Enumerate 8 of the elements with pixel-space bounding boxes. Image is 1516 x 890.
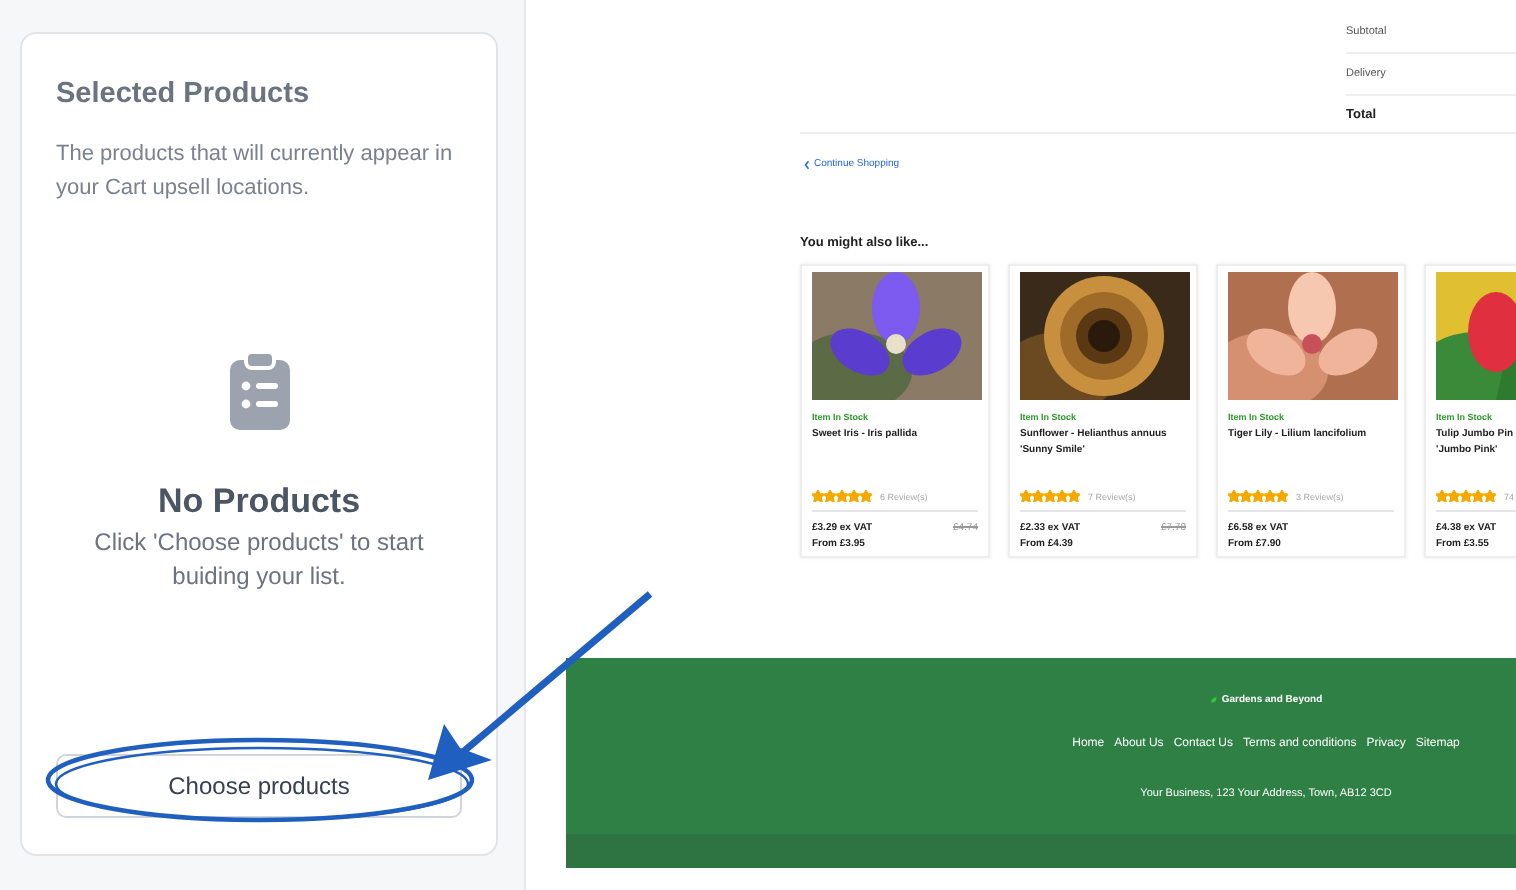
panel-title: Selected Products bbox=[56, 78, 312, 110]
panel-description: The products that will currently appear in your Cart upsell locations. bbox=[56, 140, 455, 204]
empty-text: Click 'Choose products' to start buiding your list. bbox=[92, 526, 426, 594]
leaf-icon bbox=[1209, 696, 1218, 704]
clipboard-icon bbox=[227, 352, 291, 432]
choose-products-button[interactable]: Choose products bbox=[56, 754, 462, 818]
empty-title: No Products bbox=[157, 482, 361, 522]
chevron-left-icon bbox=[804, 159, 810, 169]
